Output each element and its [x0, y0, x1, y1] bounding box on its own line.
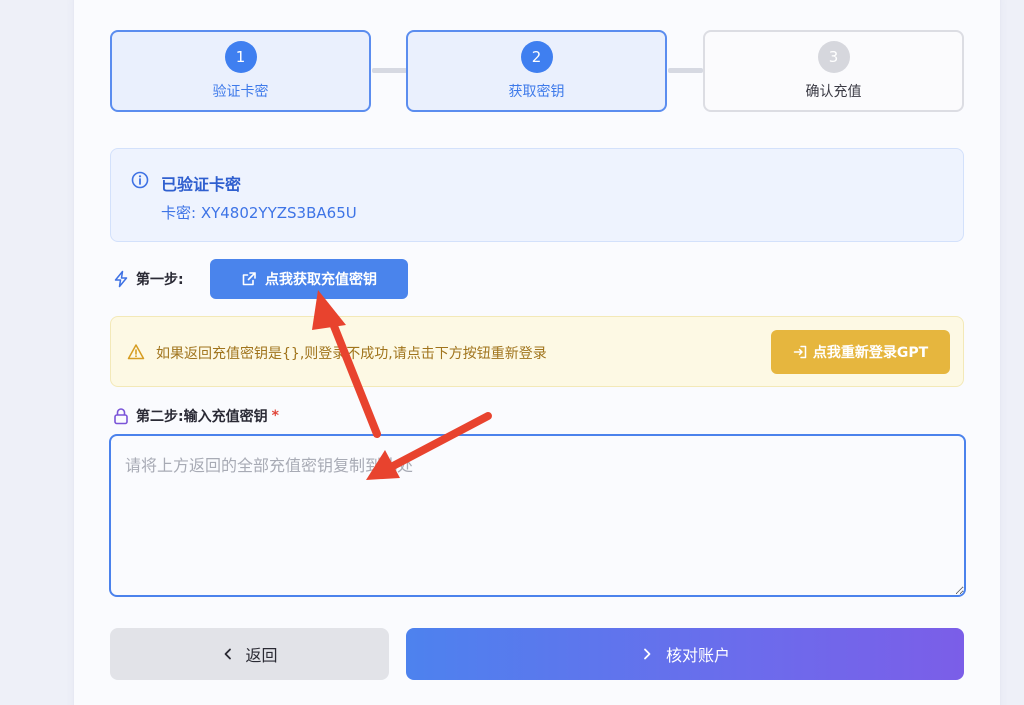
step-3: 3 确认充值	[703, 30, 964, 112]
get-key-button[interactable]: 点我获取充值密钥	[210, 259, 408, 299]
verify-account-button-label: 核对账户	[665, 646, 730, 665]
step-3-label: 确认充值	[805, 84, 862, 100]
lightning-icon	[112, 270, 130, 288]
required-mark: *	[271, 408, 279, 424]
chevron-right-icon	[640, 647, 654, 661]
step2-label: 第二步:输入充值密钥	[136, 409, 268, 425]
verified-info-box: 已验证卡密 卡密: XY4802YYZS3BA65U	[110, 148, 964, 242]
lock-icon	[112, 407, 130, 425]
step-2-label: 获取密钥	[508, 84, 565, 100]
verified-title: 已验证卡密	[161, 175, 242, 194]
verified-card-code: 卡密: XY4802YYZS3BA65U	[161, 204, 357, 222]
step-connector-1	[372, 68, 407, 73]
warning-box: 如果返回充值密钥是{},则登录不成功,请点击下方按钮重新登录 点我重新登录GPT	[110, 316, 964, 387]
get-key-button-label: 点我获取充值密钥	[265, 272, 377, 288]
step-1-number: 1	[224, 41, 257, 73]
step-2-number: 2	[520, 41, 553, 73]
step1-label: 第一步:	[136, 272, 184, 288]
warning-triangle-icon	[127, 343, 145, 361]
relogin-gpt-button-label: 点我重新登录GPT	[812, 345, 929, 361]
login-icon	[793, 345, 807, 359]
info-circle-icon	[131, 171, 149, 193]
step-connector-2	[668, 68, 703, 73]
back-button[interactable]: 返回	[110, 628, 389, 680]
relogin-gpt-button[interactable]: 点我重新登录GPT	[771, 330, 950, 374]
step-1: 1 验证卡密	[110, 30, 371, 112]
step-2: 2 获取密钥	[406, 30, 667, 112]
back-button-label: 返回	[245, 646, 278, 665]
verify-account-button[interactable]: 核对账户	[406, 628, 964, 680]
warning-text: 如果返回充值密钥是{},则登录不成功,请点击下方按钮重新登录	[156, 346, 547, 362]
external-link-icon	[241, 271, 257, 287]
recharge-key-input[interactable]	[109, 434, 966, 597]
step2-label-row: 第二步:输入充值密钥 *	[112, 406, 279, 426]
step-3-number: 3	[817, 41, 850, 73]
step-1-label: 验证卡密	[212, 84, 269, 100]
step1-label-row: 第一步:	[112, 269, 184, 289]
chevron-left-icon	[221, 647, 235, 661]
